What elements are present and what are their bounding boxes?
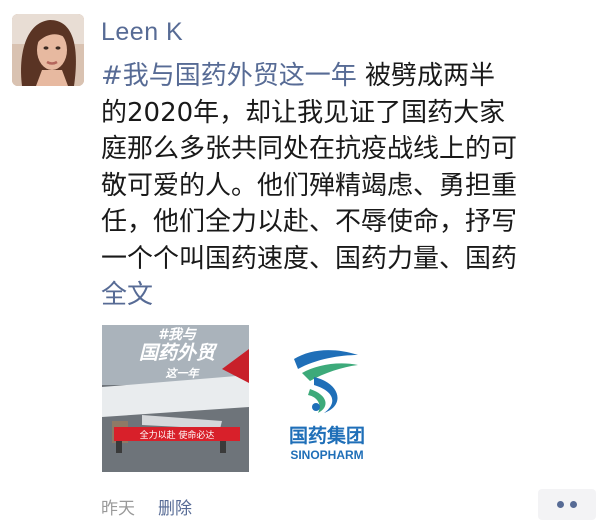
hashtag-link[interactable]: #我与国药外贸这一年 (101, 61, 357, 91)
more-dots-icon (557, 501, 564, 508)
post-line-1: #我与国药外贸这一年 被劈成两半 (101, 58, 601, 95)
avatar-photo (12, 14, 84, 86)
photo-banner-text: 全力以赴 使命必达 (140, 429, 215, 441)
sinopharm-logo: 国药集团 SINOPHARM (289, 350, 365, 462)
logo-name-en: SINOPHARM (290, 448, 363, 462)
post-time: 昨天 (101, 499, 135, 519)
post-line-6: 一个个叫国药速度、国药力量、国药 (101, 243, 518, 274)
photo-thumbnail[interactable]: 全力以赴 使命必达 #我与 国药外贸 这一年 (102, 325, 249, 472)
post-text: #我与国药外贸这一年 被劈成两半 的2020年，却让我见证了国药大家 庭那么多张… (101, 58, 601, 277)
post-line-4: 敬可爱的人。他们殚精竭虑、勇担重 (101, 170, 518, 201)
logo-thumbnail[interactable]: 国药集团 SINOPHARM (254, 325, 401, 472)
photo-title-line3: 这一年 (166, 367, 201, 380)
logo-name-cn: 国药集团 (289, 424, 365, 447)
airport-photo: 全力以赴 使命必达 #我与 国药外贸 这一年 (102, 325, 249, 472)
avatar[interactable] (12, 14, 84, 86)
post-line-1-text: 被劈成两半 (356, 61, 496, 91)
more-dots-icon (570, 501, 577, 508)
photo-title-line2: 国药外贸 (139, 342, 218, 364)
author-name[interactable]: Leen K (101, 18, 183, 47)
expand-full-text-link[interactable]: 全文 (101, 274, 153, 311)
photo-title-line1: #我与 (158, 327, 198, 343)
post-line-2: 的2020年，却让我见证了国药大家 (101, 97, 506, 128)
post-line-3: 庭那么多张共同处在抗疫战线上的可 (101, 134, 518, 164)
post-line-5: 任，他们全力以赴、不辱使命，抒写 (101, 207, 518, 237)
more-options-button[interactable] (538, 489, 596, 520)
delete-link[interactable]: 删除 (158, 494, 192, 519)
